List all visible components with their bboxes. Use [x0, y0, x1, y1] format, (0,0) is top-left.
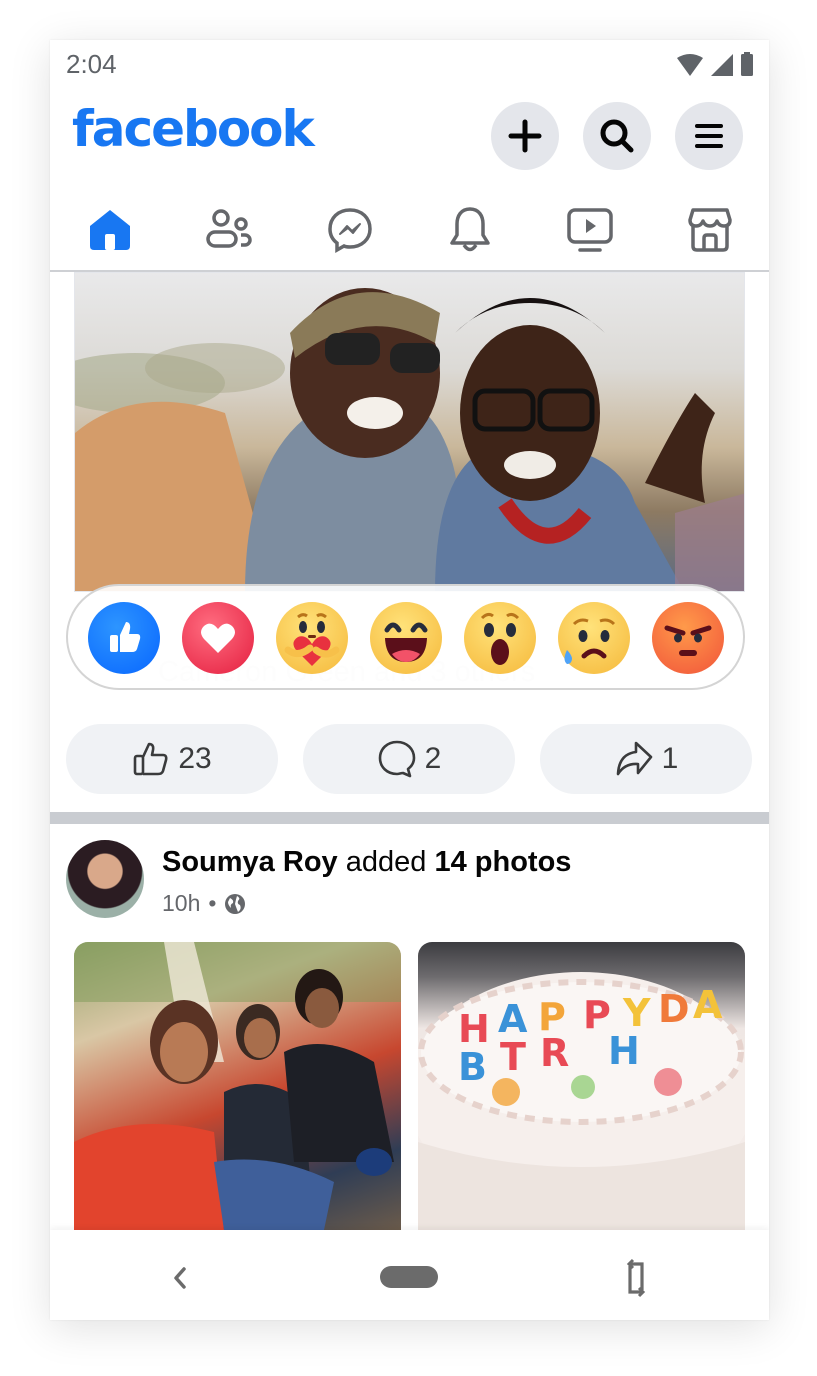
status-icons [677, 52, 753, 81]
thumbs-up-icon [134, 742, 168, 776]
sad-reaction-icon [564, 618, 616, 664]
post-photo-grid-item[interactable] [74, 942, 401, 1230]
news-feed[interactable]: Cameron Green and 3 others [50, 272, 769, 1230]
system-nav-bar [50, 1230, 769, 1320]
video-icon [567, 208, 613, 252]
share-count: 1 [661, 742, 679, 775]
battery-icon [741, 52, 753, 81]
cake-letter: B [458, 1045, 487, 1089]
heart-reaction-icon [201, 623, 235, 653]
cake-letter: H [608, 1029, 640, 1073]
tab-friends[interactable] [200, 204, 260, 256]
wow-reaction-icon [480, 612, 520, 665]
menu-button[interactable] [675, 102, 743, 170]
facebook-logo[interactable]: facebook [72, 100, 315, 158]
status-time: 2:04 [66, 49, 117, 79]
cake-letter: R [540, 1031, 569, 1075]
birthday-cake-illustration: H A P P Y D A B T R H [418, 972, 745, 1230]
like-count: 23 [178, 742, 212, 775]
post-meta: 10h • [162, 890, 246, 917]
friends-photo-illustration [74, 942, 401, 1230]
reaction-like[interactable] [88, 602, 160, 674]
rotate-icon[interactable] [624, 1258, 648, 1298]
menu-icon [695, 124, 723, 148]
reaction-care[interactable] [276, 602, 348, 674]
tab-notifications[interactable] [440, 204, 500, 256]
messenger-icon [328, 208, 372, 254]
globe-icon [225, 893, 246, 914]
reaction-angry[interactable] [652, 602, 724, 674]
care-reaction-icon [284, 613, 340, 666]
post-actions: 23 2 1 [66, 724, 753, 794]
friends-icon [206, 209, 252, 248]
comment-button[interactable]: 2 [303, 724, 515, 794]
selfie-photo-illustration [75, 288, 744, 591]
reaction-sad[interactable] [558, 602, 630, 674]
search-button[interactable] [583, 102, 651, 170]
cake-letter: D [658, 987, 690, 1031]
reaction-wow[interactable] [464, 602, 536, 674]
app-header: facebook [50, 90, 769, 182]
reaction-picker [66, 584, 745, 690]
tab-home[interactable] [80, 204, 140, 256]
cake-letter: P [583, 993, 611, 1037]
post-header: Soumya Roy added 14 photos 10h • [50, 838, 769, 928]
cake-letter: T [500, 1035, 526, 1079]
like-button[interactable]: 23 [66, 724, 278, 794]
tab-messenger[interactable] [320, 204, 380, 256]
reaction-haha[interactable] [370, 602, 442, 674]
share-button[interactable]: 1 [540, 724, 752, 794]
back-icon[interactable] [172, 1266, 188, 1290]
create-button[interactable] [491, 102, 559, 170]
post-object-text[interactable]: 14 photos [434, 846, 571, 878]
cellular-signal-icon [711, 54, 733, 81]
share-icon [616, 741, 652, 776]
tab-watch[interactable] [560, 204, 620, 256]
marketplace-icon [688, 208, 732, 252]
post-photo[interactable] [74, 272, 745, 592]
home-icon [90, 210, 130, 250]
search-icon [600, 119, 634, 153]
tab-marketplace[interactable] [680, 204, 740, 256]
angry-reaction-icon [664, 625, 712, 656]
like-reaction-icon [110, 622, 141, 652]
phone-screen: 2:04 facebook 23 2 1 Soumya Roy added 14… [50, 40, 769, 1320]
wifi-icon [677, 54, 703, 81]
comment-count: 2 [424, 742, 442, 775]
post-time[interactable]: 10h [162, 890, 200, 917]
cake-letter: A [693, 983, 723, 1027]
comment-icon [378, 740, 415, 778]
home-pill-button[interactable] [380, 1266, 438, 1288]
post-divider [50, 812, 769, 824]
avatar[interactable] [66, 840, 144, 918]
tab-bar [50, 190, 769, 272]
plus-icon [508, 119, 542, 153]
bell-icon [450, 207, 490, 252]
reaction-love[interactable] [182, 602, 254, 674]
post-action-text: added [345, 846, 427, 878]
post-title: Soumya Roy added 14 photos [162, 846, 571, 879]
status-bar: 2:04 [50, 40, 769, 90]
meta-separator: • [208, 890, 217, 916]
haha-reaction-icon [384, 622, 428, 662]
post-photo-grid-item[interactable]: H A P P Y D A B T R H [418, 942, 745, 1230]
author-name[interactable]: Soumya Roy [162, 846, 338, 878]
